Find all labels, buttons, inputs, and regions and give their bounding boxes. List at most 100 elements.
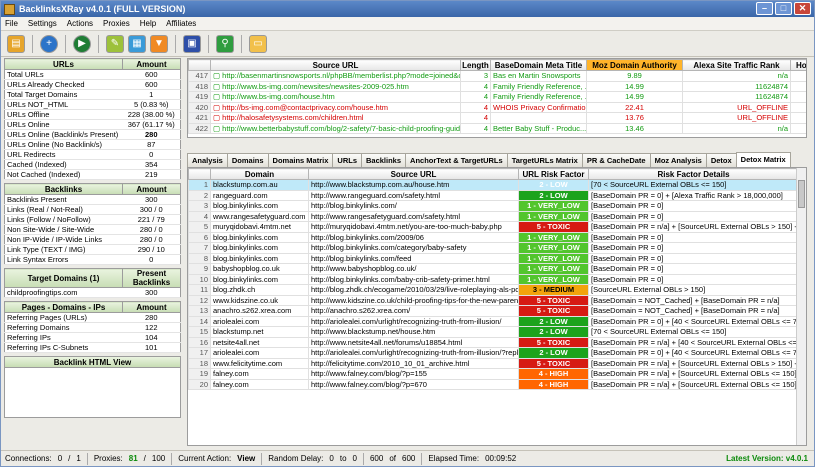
search-icon[interactable]: ⚲ xyxy=(216,34,234,53)
col-meta-title[interactable]: BaseDomain Meta Title xyxy=(490,59,587,71)
detox-row[interactable]: 20 falney.com http://www.falney.com/blog… xyxy=(188,378,799,390)
risk-factor-cell: 5 - TOXIC xyxy=(518,294,589,306)
detox-row[interactable]: 12 www.kidszine.co.uk http://www.kidszin… xyxy=(188,294,799,306)
detox-row[interactable]: 17 ariolealei.com http://ariolealei.com/… xyxy=(188,347,799,359)
left-panel: URLs Amount Total URLs 600 URLs Already Che… xyxy=(4,58,181,418)
tab-analysis[interactable]: Analysis xyxy=(187,153,228,167)
urls-grid[interactable]: Source URL Length BaseDomain Meta Title … xyxy=(187,58,807,138)
detox-row[interactable]: 13 anachro.s262.xrea.com http://anachro.… xyxy=(188,305,799,317)
col-homepage[interactable]: Homep xyxy=(790,59,806,71)
play-icon[interactable]: ▶ xyxy=(73,34,91,53)
col-moz-da[interactable]: Moz Domain Authority xyxy=(586,59,683,71)
detox-row[interactable]: 3 blog.binkylinks.com http://blog.binkyl… xyxy=(188,200,799,212)
source-url-cell[interactable]: ▢ http://www.betterbabystuff.com/blog/2-… xyxy=(210,122,461,134)
stats-value: 228 (38.00 %) xyxy=(122,109,181,120)
detox-row-number: 19 xyxy=(188,368,211,380)
close-icon[interactable]: ✕ xyxy=(794,2,811,15)
tab-anchortext-targeturls[interactable]: AnchorText & TargetURLs xyxy=(405,153,508,167)
minimize-icon[interactable]: – xyxy=(756,2,773,15)
source-url-cell[interactable]: ▢ http://www.bs-img.com/house.htm xyxy=(210,91,461,103)
export-icon[interactable]: ▣ xyxy=(183,34,201,53)
source-url-cell[interactable]: ▢ http://basenmartinsnowsports.nl/phpBB/… xyxy=(210,70,461,82)
checkbox-icon[interactable]: ▢ xyxy=(213,124,222,133)
tab-backlinks[interactable]: Backlinks xyxy=(361,153,407,167)
maximize-icon[interactable]: □ xyxy=(775,2,792,15)
open-folder-icon[interactable]: ▤ xyxy=(7,34,25,53)
vertical-scrollbar[interactable] xyxy=(796,168,806,445)
menu-file[interactable]: File xyxy=(5,19,18,28)
source-url-cell[interactable]: ▢ http://halosafetysystems.com/children.… xyxy=(210,112,461,124)
detox-row[interactable]: 8 blog.binkylinks.com http://blog.binkyl… xyxy=(188,252,799,264)
checkbox-icon[interactable]: ▢ xyxy=(213,113,222,122)
source-url-cell[interactable]: ▢ http://www.bs-img.com/newsites/newsite… xyxy=(210,80,461,92)
col-source-url[interactable]: Source URL xyxy=(210,59,461,71)
detox-row[interactable]: 9 babyshopblog.co.uk http://www.babyshop… xyxy=(188,263,799,275)
detox-matrix-grid[interactable]: Domain Source URL URL Risk Factor Risk F… xyxy=(187,167,807,446)
tab-domains[interactable]: Domains xyxy=(226,153,269,167)
homepage-cell xyxy=(790,80,806,92)
url-row[interactable]: 420 ▢ http://bs-img.com@contactprivacy.c… xyxy=(188,101,806,113)
detox-row[interactable]: 14 ariolealei.com http://ariolealei.com/… xyxy=(188,315,799,327)
paste-icon[interactable]: ▦ xyxy=(128,34,146,53)
tab-urls[interactable]: URLs xyxy=(332,153,362,167)
menu-affiliates[interactable]: Affiliates xyxy=(166,19,196,28)
add-icon[interactable]: + xyxy=(40,34,58,53)
stats-label: URL Redirects xyxy=(4,149,123,160)
tab-targeturls-matrix[interactable]: TargetURLs Matrix xyxy=(506,153,583,167)
note-icon[interactable]: ✎ xyxy=(106,34,124,53)
backlink-html-view[interactable]: Backlink HTML View xyxy=(4,356,181,418)
backlinks-value: 290 / 10 xyxy=(122,244,181,255)
detox-row[interactable]: 18 www.felicitytime.com http://felicityt… xyxy=(188,357,799,369)
detox-row[interactable]: 1 blackstump.com.au http://www.blackstum… xyxy=(188,179,799,191)
col-alexa-rank[interactable]: Alexa Site Traffic Rank xyxy=(682,59,791,71)
detox-url-cell: http://blog.binkylinks.com/2009/06 xyxy=(308,231,519,243)
col-risk-details[interactable]: Risk Factor Details xyxy=(588,168,799,180)
col-risk-factor[interactable]: URL Risk Factor xyxy=(518,168,589,180)
detox-row[interactable]: 10 blog.binkylinks.com http://blog.binky… xyxy=(188,273,799,285)
detox-row[interactable]: 5 muryqidobavi.4mtm.net http://muryqidob… xyxy=(188,221,799,233)
menu-help[interactable]: Help xyxy=(140,19,156,28)
checkbox-icon[interactable]: ▢ xyxy=(213,71,222,80)
menu-actions[interactable]: Actions xyxy=(67,19,93,28)
detox-row-number: 3 xyxy=(188,200,211,212)
url-row[interactable]: 422 ▢ http://www.betterbabystuff.com/blo… xyxy=(188,122,806,134)
col-domain[interactable]: Domain xyxy=(210,168,309,180)
detox-row[interactable]: 7 blog.binkylinks.com http://blog.binkyl… xyxy=(188,242,799,254)
url-row[interactable]: 419 ▢ http://www.bs-img.com/house.htm 4 … xyxy=(188,91,806,103)
risk-details-cell: [BaseDomain PR = 0] xyxy=(588,263,799,275)
risk-factor-cell: 2 - LOW xyxy=(518,347,589,359)
col-detox-source-url[interactable]: Source URL xyxy=(308,168,519,180)
source-url-cell[interactable]: ▢ http://bs-img.com@contactprivacy.com/h… xyxy=(210,101,461,113)
url-row[interactable]: 418 ▢ http://www.bs-img.com/newsites/new… xyxy=(188,80,806,92)
checkbox-icon[interactable]: ▢ xyxy=(213,92,222,101)
title-bar: BacklinksXRay v4.0.1 (FULL VERSION) – □ … xyxy=(1,1,814,17)
menu-settings[interactable]: Settings xyxy=(28,19,57,28)
domain-cell: blog.zhdk.ch xyxy=(210,284,309,296)
detox-url-cell: http://www.rangeguard.com/safety.html xyxy=(308,189,519,201)
detox-row[interactable]: 6 blog.binkylinks.com http://blog.binkyl… xyxy=(188,231,799,243)
stats-value: 367 (61.17 %) xyxy=(122,119,181,130)
tab-moz-analysis[interactable]: Moz Analysis xyxy=(649,153,707,167)
detox-row[interactable]: 11 blog.zhdk.ch http://blog.zhdk.ch/ecog… xyxy=(188,284,799,296)
tab-detox-matrix[interactable]: Detox Matrix xyxy=(735,152,791,167)
url-row[interactable]: 417 ▢ http://basenmartinsnowsports.nl/ph… xyxy=(188,70,806,82)
notes-icon[interactable]: ▭ xyxy=(249,34,267,53)
clear-icon[interactable]: ▼ xyxy=(150,34,168,53)
pages-row: Referring IPs 104 xyxy=(4,332,181,343)
checkbox-icon[interactable]: ▢ xyxy=(213,103,222,112)
detox-row[interactable]: 4 www.rangesafetyguard.com http://www.ra… xyxy=(188,210,799,222)
detox-row[interactable]: 2 rangeguard.com http://www.rangeguard.c… xyxy=(188,189,799,201)
tab-domains-matrix[interactable]: Domains Matrix xyxy=(267,153,334,167)
detox-row[interactable]: 15 blackstump.net http://www.blackstump.… xyxy=(188,326,799,338)
detox-row[interactable]: 19 falney.com http://www.falney.com/blog… xyxy=(188,368,799,380)
detox-row[interactable]: 16 netsite4all.net http://www.netsite4al… xyxy=(188,336,799,348)
col-length[interactable]: Length xyxy=(460,59,491,71)
action-label: Current Action: xyxy=(178,454,232,463)
menu-proxies[interactable]: Proxies xyxy=(103,19,130,28)
scroll-thumb[interactable] xyxy=(798,180,805,208)
tab-detox[interactable]: Detox xyxy=(705,153,737,167)
url-row[interactable]: 421 ▢ http://halosafetysystems.com/child… xyxy=(188,112,806,124)
checkbox-icon[interactable]: ▢ xyxy=(213,82,222,91)
detox-url-cell: http://www.blackstump.net/house.htm xyxy=(308,326,519,338)
tab-pr-cachedate[interactable]: PR & CacheDate xyxy=(581,153,651,167)
